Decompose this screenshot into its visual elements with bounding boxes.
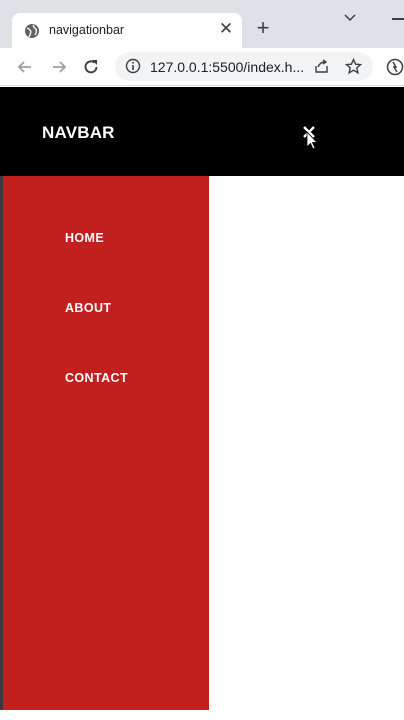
browser-tab-strip: navigationbar ✕ + bbox=[0, 0, 404, 48]
browser-tab[interactable]: navigationbar ✕ bbox=[12, 13, 242, 48]
star-icon[interactable] bbox=[345, 58, 362, 75]
forward-arrow-icon[interactable] bbox=[49, 57, 69, 77]
page-bottom-edge bbox=[0, 710, 404, 720]
address-bar[interactable]: 127.0.0.1:5500/index.h... bbox=[115, 52, 373, 81]
close-icon[interactable]: ✕ bbox=[217, 20, 235, 38]
side-menu: HOME ABOUT CONTACT bbox=[3, 176, 209, 710]
globe-icon bbox=[25, 24, 39, 38]
url-text[interactable]: 127.0.0.1:5500/index.h... bbox=[150, 59, 304, 75]
share-icon[interactable] bbox=[313, 58, 330, 75]
new-tab-icon[interactable]: + bbox=[253, 17, 273, 39]
tab-title: navigationbar bbox=[49, 23, 125, 37]
navbar-brand[interactable]: NAVBAR bbox=[42, 123, 115, 143]
reload-icon[interactable] bbox=[81, 57, 101, 77]
menu-item-home[interactable]: HOME bbox=[65, 231, 104, 245]
browser-toolbar: 127.0.0.1:5500/index.h... bbox=[0, 48, 404, 86]
menu-item-about[interactable]: ABOUT bbox=[65, 301, 111, 315]
navbar: NAVBAR bbox=[0, 87, 404, 176]
back-arrow-icon[interactable] bbox=[15, 57, 35, 77]
close-menu-icon[interactable] bbox=[298, 123, 320, 149]
info-icon[interactable] bbox=[125, 58, 141, 74]
chevron-down-icon[interactable] bbox=[342, 12, 358, 24]
menu-item-contact[interactable]: CONTACT bbox=[65, 371, 128, 385]
minimize-icon[interactable] bbox=[392, 18, 404, 20]
extension-icon[interactable] bbox=[386, 58, 404, 76]
